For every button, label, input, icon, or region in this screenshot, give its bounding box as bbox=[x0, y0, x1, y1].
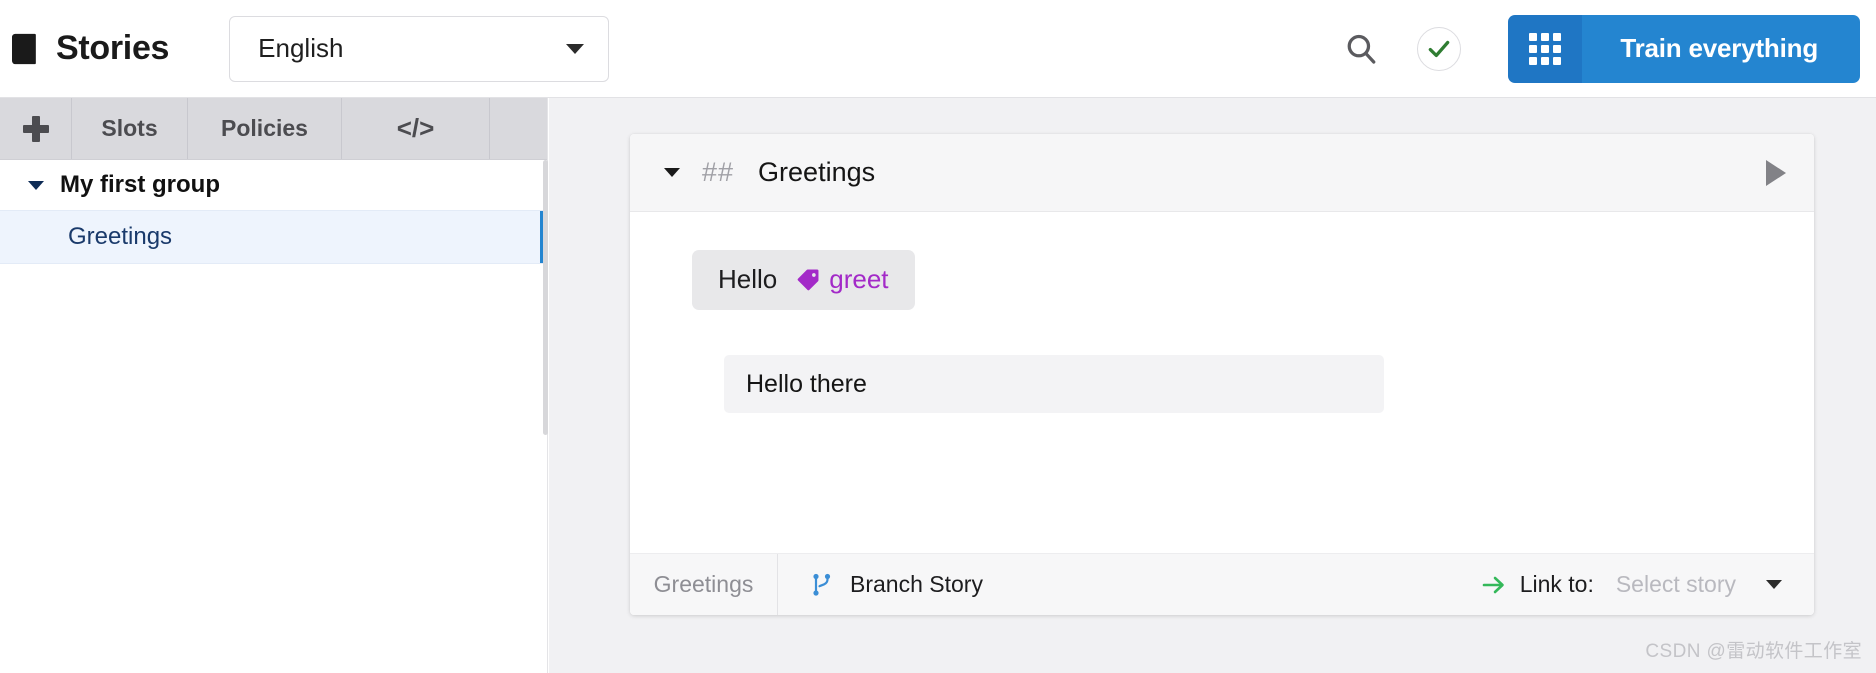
tab-add-story[interactable] bbox=[0, 98, 72, 159]
intent-name: greet bbox=[829, 264, 889, 294]
branch-story-label: Branch Story bbox=[850, 571, 983, 597]
tree-group-label: My first group bbox=[60, 171, 220, 198]
sidebar-tabbar: Slots Policies </> bbox=[0, 98, 547, 160]
language-value: English bbox=[258, 33, 344, 63]
plus-icon bbox=[22, 115, 49, 142]
story-card-footer: Greetings Branch Story Link to: Select s… bbox=[630, 553, 1814, 615]
tab-slots[interactable]: Slots bbox=[72, 98, 188, 159]
search-icon bbox=[1347, 34, 1376, 64]
user-step-chip[interactable]: Hello greet bbox=[692, 250, 915, 310]
user-step-text: Hello bbox=[718, 264, 778, 294]
bot-step-bubble[interactable]: Hello there bbox=[724, 355, 1384, 413]
tab-slots-label: Slots bbox=[101, 115, 158, 141]
main-canvas: ## Greetings Hello greet Hello there Gre… bbox=[549, 98, 1876, 673]
app-header: Stories English Train everything bbox=[0, 0, 1876, 98]
footer-story-name-label: Greetings bbox=[653, 571, 754, 597]
intent-badge: greet bbox=[797, 264, 889, 295]
git-branch-icon bbox=[813, 573, 831, 596]
bot-step-text: Hello there bbox=[746, 369, 867, 398]
app-window: Stories English Train everything Slots P… bbox=[0, 0, 1876, 673]
brand: Stories bbox=[0, 29, 169, 68]
story-card-title[interactable]: Greetings bbox=[758, 157, 875, 188]
train-everything-label: Train everything bbox=[1582, 14, 1860, 83]
select-story-dropdown[interactable]: Select story bbox=[1616, 571, 1736, 598]
branch-story-button[interactable]: Branch Story bbox=[778, 571, 983, 598]
tab-policies[interactable]: Policies bbox=[188, 98, 342, 159]
arrow-right-icon bbox=[1482, 576, 1504, 593]
tab-policies-label: Policies bbox=[221, 115, 308, 141]
tag-icon bbox=[797, 269, 819, 291]
check-circle-icon bbox=[1417, 26, 1462, 71]
triangle-down-icon[interactable] bbox=[664, 168, 680, 177]
header-actions: Train everything bbox=[1322, 0, 1876, 97]
sidebar-scrollbar[interactable] bbox=[543, 160, 548, 435]
watermark: CSDN @雷动软件工作室 bbox=[1645, 641, 1862, 662]
tree-group-my-first-group[interactable]: My first group bbox=[0, 160, 547, 210]
sidebar: Slots Policies </> My first group Greeti… bbox=[0, 98, 548, 673]
page-title: Stories bbox=[56, 29, 170, 67]
triangle-down-icon bbox=[28, 180, 44, 190]
link-to-control: Link to: Select story bbox=[1482, 571, 1814, 598]
story-card-body: Hello greet Hello there bbox=[630, 212, 1814, 553]
chevron-down-icon bbox=[566, 43, 585, 54]
sidebar-item-greetings[interactable]: Greetings bbox=[0, 210, 547, 264]
sidebar-item-label: Greetings bbox=[68, 223, 173, 250]
markdown-hash-prefix: ## bbox=[702, 157, 735, 187]
link-to-label: Link to: bbox=[1519, 571, 1594, 597]
chevron-down-icon[interactable] bbox=[1766, 580, 1782, 589]
tab-code-view[interactable]: </> bbox=[342, 98, 490, 159]
play-icon[interactable] bbox=[1766, 159, 1786, 186]
book-icon bbox=[12, 33, 38, 65]
story-card-header: ## Greetings bbox=[630, 134, 1814, 212]
language-select[interactable]: English bbox=[229, 15, 610, 82]
train-everything-button[interactable]: Train everything bbox=[1508, 14, 1860, 83]
training-status-button[interactable] bbox=[1400, 0, 1478, 98]
search-button[interactable] bbox=[1322, 0, 1400, 98]
footer-story-name[interactable]: Greetings bbox=[630, 554, 778, 615]
story-tree: My first group Greetings bbox=[0, 160, 547, 264]
code-icon: </> bbox=[396, 113, 435, 143]
story-card: ## Greetings Hello greet Hello there Gre… bbox=[630, 134, 1814, 615]
grid-icon bbox=[1508, 14, 1583, 83]
